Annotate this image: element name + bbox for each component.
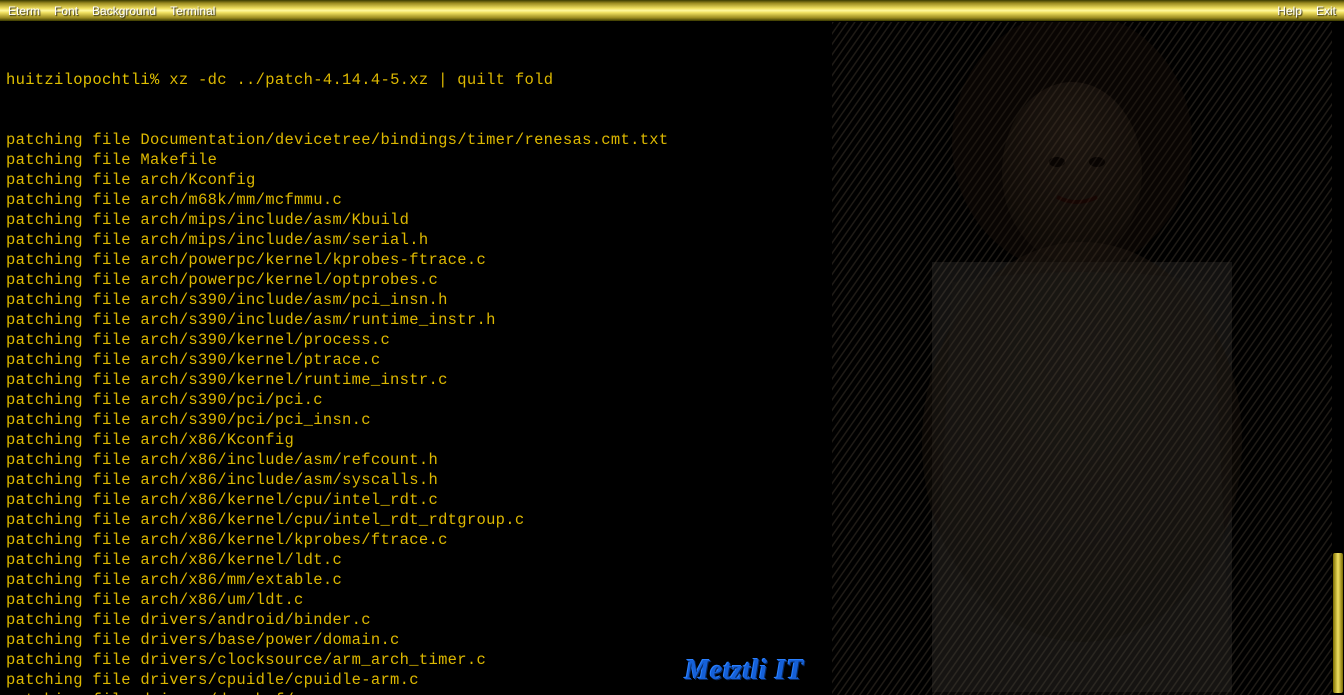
output-line: patching file arch/s390/kernel/process.c xyxy=(6,330,669,350)
output-line: patching file arch/s390/pci/pci.c xyxy=(6,390,669,410)
terminal[interactable]: huitzilopochtli% xz -dc ../patch-4.14.4-… xyxy=(0,22,1344,695)
output-line: patching file arch/s390/kernel/ptrace.c xyxy=(6,350,669,370)
output-line: patching file arch/s390/kernel/runtime_i… xyxy=(6,370,669,390)
output-line: patching file arch/s390/include/asm/pci_… xyxy=(6,290,669,310)
menu-help[interactable]: Help xyxy=(1277,4,1302,18)
menu-eterm[interactable]: Eterm xyxy=(8,4,40,18)
shell-command: xz -dc ../patch-4.14.4-5.xz | quilt fold xyxy=(169,71,553,89)
menu-font[interactable]: Font xyxy=(54,4,78,18)
output-line: patching file drivers/cpuidle/cpuidle-ar… xyxy=(6,670,669,690)
output-line: patching file arch/s390/include/asm/runt… xyxy=(6,310,669,330)
output-line: patching file Makefile xyxy=(6,150,669,170)
menubar-right: Help Exit xyxy=(1277,4,1336,18)
output-line: patching file arch/mips/include/asm/seri… xyxy=(6,230,669,250)
output-line: patching file arch/x86/Kconfig xyxy=(6,430,669,450)
terminal-output: huitzilopochtli% xz -dc ../patch-4.14.4-… xyxy=(6,30,669,695)
output-line: patching file arch/x86/include/asm/sysca… xyxy=(6,470,669,490)
output-line: patching file arch/powerpc/kernel/optpro… xyxy=(6,270,669,290)
output-line: patching file arch/Kconfig xyxy=(6,170,669,190)
menu-exit[interactable]: Exit xyxy=(1316,4,1336,18)
output-line: patching file drivers/base/power/domain.… xyxy=(6,630,669,650)
menu-terminal[interactable]: Terminal xyxy=(170,4,215,18)
output-line: patching file arch/x86/kernel/cpu/intel_… xyxy=(6,490,669,510)
output-line: patching file arch/x86/include/asm/refco… xyxy=(6,450,669,470)
output-line: patching file arch/s390/pci/pci_insn.c xyxy=(6,410,669,430)
output-line: patching file arch/m68k/mm/mcfmmu.c xyxy=(6,190,669,210)
output-line: patching file arch/x86/mm/extable.c xyxy=(6,570,669,590)
scrollbar-thumb[interactable] xyxy=(1333,553,1343,693)
output-line: patching file drivers/clocksource/arm_ar… xyxy=(6,650,669,670)
scrollbar[interactable] xyxy=(1332,22,1344,695)
prompt-line: huitzilopochtli% xz -dc ../patch-4.14.4-… xyxy=(6,70,669,90)
output-line: patching file arch/mips/include/asm/Kbui… xyxy=(6,210,669,230)
output-line: patching file Documentation/devicetree/b… xyxy=(6,130,669,150)
output-line: patching file arch/x86/kernel/kprobes/ft… xyxy=(6,530,669,550)
menubar-left: Eterm Font Background Terminal xyxy=(8,4,215,18)
menu-background[interactable]: Background xyxy=(92,4,156,18)
output-line: patching file arch/x86/kernel/cpu/intel_… xyxy=(6,510,669,530)
output-line: patching file arch/x86/kernel/ldt.c xyxy=(6,550,669,570)
output-line: patching file drivers/android/binder.c xyxy=(6,610,669,630)
background-image xyxy=(832,22,1332,695)
watermark-logo: Metztli IT xyxy=(685,655,804,687)
menubar: Eterm Font Background Terminal Help Exit xyxy=(0,0,1344,22)
shell-prompt: huitzilopochtli% xyxy=(6,71,169,89)
output-line: patching file arch/powerpc/kernel/kprobe… xyxy=(6,250,669,270)
output-line: patching file drivers/dma-buf/sw_sync.c xyxy=(6,690,669,695)
output-line: patching file arch/x86/um/ldt.c xyxy=(6,590,669,610)
